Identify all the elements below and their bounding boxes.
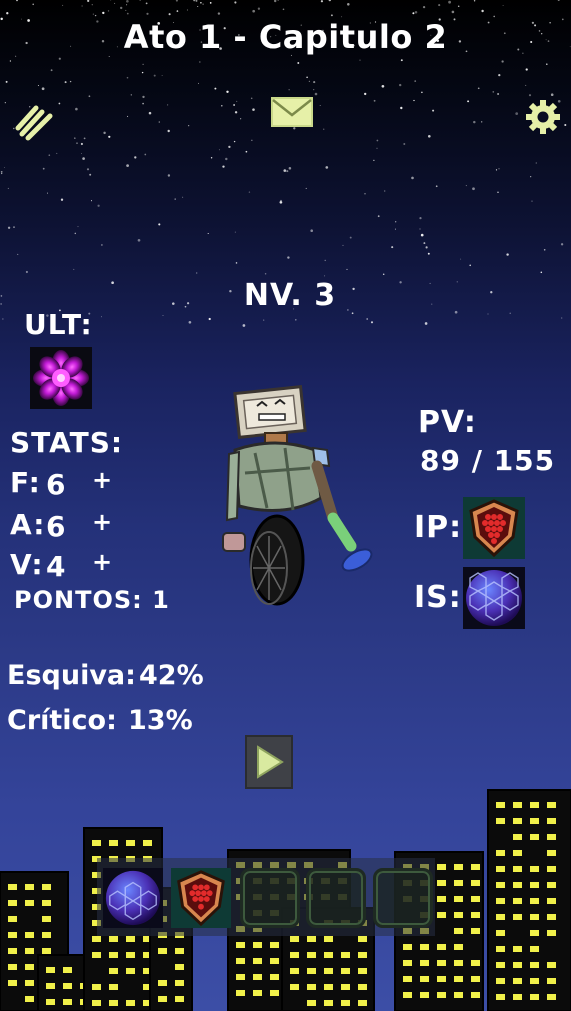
- dodge-label: Esquiva:: [7, 660, 136, 691]
- stat-plus-button[interactable]: +: [92, 508, 113, 536]
- ip-label: IP:: [414, 510, 463, 545]
- gear-icon[interactable]: [524, 98, 562, 136]
- shield-icon: [171, 868, 231, 928]
- ult-label: ULT:: [24, 308, 93, 341]
- is-slot[interactable]: [463, 567, 525, 629]
- hex-orb-icon: [466, 570, 522, 626]
- mail-icon[interactable]: [270, 96, 314, 128]
- robot-character: [222, 385, 373, 606]
- purple-flower-orb-icon: [33, 350, 89, 406]
- stat-value: 4: [46, 550, 67, 583]
- ip-slot[interactable]: [463, 497, 525, 559]
- chapter-title: Ato 1 - Capitulo 2: [123, 18, 448, 56]
- stat-value: 6: [46, 510, 67, 543]
- stat-plus-button[interactable]: +: [92, 548, 113, 576]
- inventory-slot-5[interactable]: [373, 868, 433, 928]
- stat-key: F:: [10, 466, 41, 499]
- inventory-slot-1[interactable]: [103, 868, 163, 928]
- inventory-slot-2[interactable]: [171, 868, 231, 928]
- inventory-slot-3[interactable]: [240, 868, 300, 928]
- level-label: NV. 3: [243, 278, 337, 313]
- shield-icon: [469, 499, 519, 558]
- crit-value: 13%: [128, 705, 193, 736]
- stat-value: 6: [46, 468, 67, 501]
- stat-plus-button[interactable]: +: [92, 466, 113, 494]
- is-label: IS:: [414, 580, 462, 615]
- stats-label: STATS:: [10, 426, 124, 459]
- crit-label: Crítico:: [7, 705, 117, 736]
- inventory-slot-4[interactable]: [306, 868, 366, 928]
- stat-key: A:: [10, 508, 46, 541]
- menu-stripes-icon[interactable]: [12, 98, 56, 142]
- stat-key: V:: [10, 548, 44, 581]
- points-label: PONTOS: 1: [14, 586, 170, 614]
- hex-orb-icon: [103, 868, 163, 928]
- hp-label: PV:: [418, 405, 477, 440]
- hp-value: 89 / 155: [420, 444, 556, 477]
- dodge-value: 42%: [139, 660, 204, 691]
- ult-slot[interactable]: [30, 347, 92, 409]
